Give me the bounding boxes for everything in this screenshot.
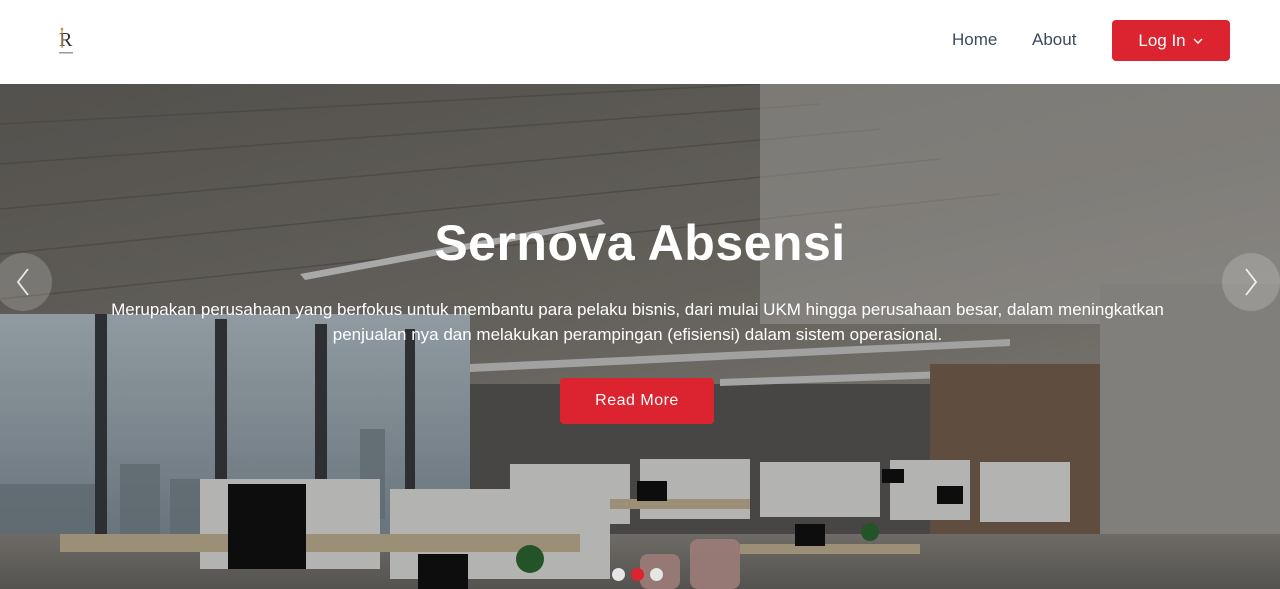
nav-home-link[interactable]: Home [952, 29, 997, 51]
carousel-indicators [612, 568, 663, 581]
carousel-dot-active[interactable] [631, 568, 644, 581]
nav-about-link[interactable]: About [1032, 29, 1076, 51]
login-button[interactable]: Log In [1112, 20, 1230, 61]
carousel-dot[interactable] [612, 568, 625, 581]
hero-description: Merupakan perusahaan yang berfokus untuk… [111, 300, 1164, 344]
read-more-button[interactable]: Read More [560, 378, 714, 424]
login-button-label: Log In [1138, 30, 1186, 50]
sernova-logo-icon[interactable]: R [56, 24, 82, 58]
svg-text:R: R [59, 29, 73, 51]
hero-title: Sernova Absensi [434, 215, 846, 271]
hero-carousel: Sernova Absensi Merupakan perusahaan yan… [0, 84, 1280, 589]
carousel-dot[interactable] [650, 568, 663, 581]
site-header: R Home About Log In [0, 0, 1280, 84]
chevron-down-icon [1193, 38, 1203, 44]
